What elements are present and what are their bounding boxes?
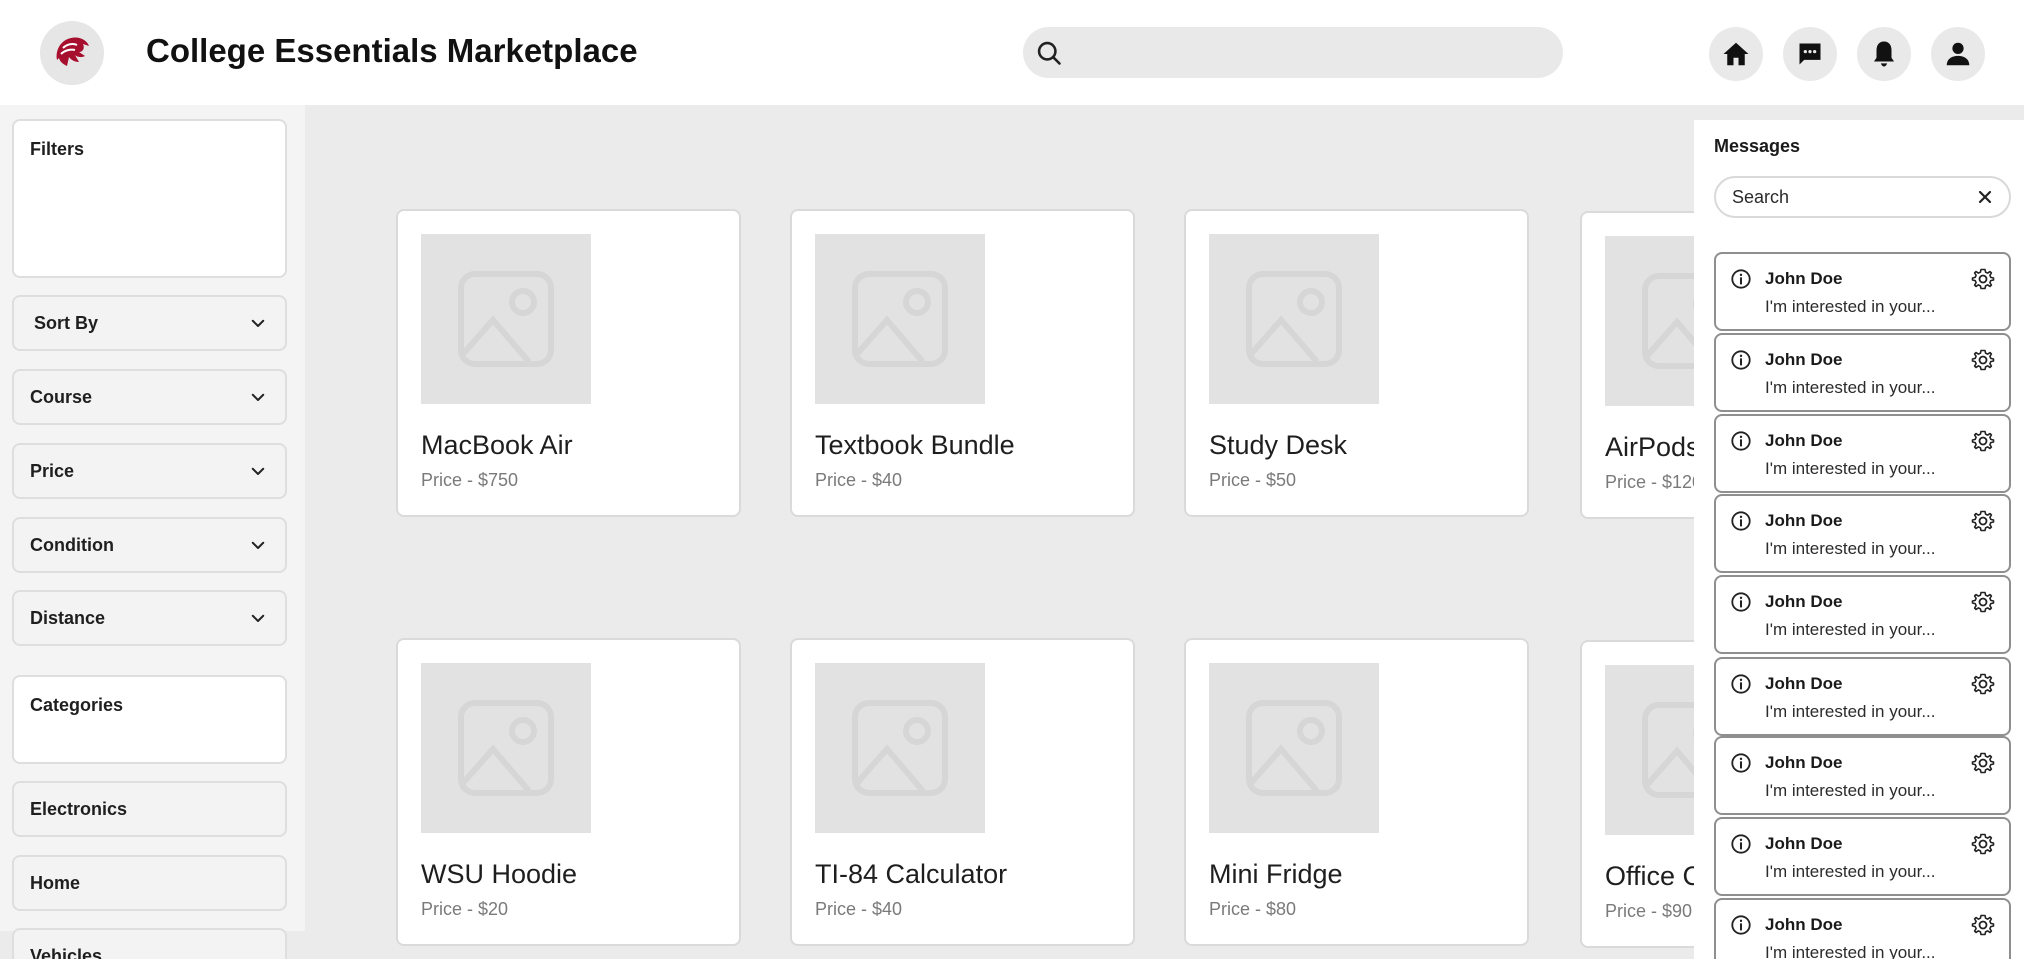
home-icon — [1723, 42, 1749, 66]
product-price: Price - $50 — [1209, 470, 1297, 490]
message-item[interactable]: John Doe I'm interested in your... — [1714, 575, 2011, 654]
product-card[interactable]: MacBook Air Price - $750 — [396, 209, 741, 517]
info-icon[interactable] — [1730, 833, 1752, 855]
product-card[interactable]: AirPods Price - $120 — [1580, 211, 1694, 519]
info-icon[interactable] — [1730, 752, 1752, 774]
message-preview: I'm interested in your... — [1765, 862, 1936, 881]
message-item[interactable]: John Doe I'm interested in your... — [1714, 898, 2011, 959]
product-card[interactable]: TI-84 Calculator Price - $40 — [790, 638, 1135, 946]
info-icon[interactable] — [1730, 349, 1752, 371]
gear-icon[interactable] — [1971, 429, 1995, 453]
product-card[interactable]: Study Desk Price - $50 — [1184, 209, 1529, 517]
gear-icon[interactable] — [1971, 509, 1995, 533]
message-sender: John Doe — [1765, 674, 1843, 693]
product-price: Price - $80 — [1209, 899, 1297, 919]
close-icon[interactable] — [1977, 189, 1993, 205]
image-placeholder-icon — [852, 700, 948, 796]
info-icon[interactable] — [1730, 510, 1752, 532]
gear-icon[interactable] — [1971, 267, 1995, 291]
message-item[interactable]: John Doe I'm interested in your... — [1714, 333, 2011, 412]
product-price: Price - $120 — [1605, 472, 1694, 492]
product-image-placeholder — [1605, 236, 1694, 406]
product-name: Office Chair — [1605, 861, 1694, 891]
product-name: WSU Hoodie — [421, 859, 578, 889]
message-preview: I'm interested in your... — [1765, 378, 1936, 397]
product-image-placeholder — [815, 663, 985, 833]
product-image-placeholder — [1209, 663, 1379, 833]
product-price: Price - $20 — [421, 899, 509, 919]
image-placeholder-icon — [1246, 700, 1342, 796]
message-sender: John Doe — [1765, 592, 1843, 611]
gear-icon[interactable] — [1971, 913, 1995, 937]
product-image-placeholder — [421, 663, 591, 833]
product-name: TI-84 Calculator — [815, 859, 1008, 889]
message-sender: John Doe — [1765, 915, 1843, 934]
product-name: AirPods — [1605, 432, 1694, 462]
product-name: Study Desk — [1209, 430, 1348, 460]
info-icon[interactable] — [1730, 268, 1752, 290]
info-icon[interactable] — [1730, 673, 1752, 695]
message-sender: John Doe — [1765, 834, 1843, 853]
messages-title: Messages — [1714, 136, 1801, 156]
messages-button[interactable] — [1783, 27, 1837, 81]
bell-icon — [1874, 41, 1894, 67]
message-preview: I'm interested in your... — [1765, 702, 1936, 721]
message-item[interactable]: John Doe I'm interested in your... — [1714, 657, 2011, 736]
message-preview: I'm interested in your... — [1765, 781, 1936, 800]
image-placeholder-icon — [458, 271, 554, 367]
product-price: Price - $750 — [421, 470, 519, 490]
messages-search-value: Search — [1732, 186, 1790, 207]
message-sender: John Doe — [1765, 511, 1843, 530]
gear-icon[interactable] — [1971, 751, 1995, 775]
image-placeholder-icon — [458, 700, 554, 796]
gear-icon[interactable] — [1971, 832, 1995, 856]
message-item[interactable]: John Doe I'm interested in your... — [1714, 252, 2011, 331]
notifications-button[interactable] — [1857, 27, 1911, 81]
message-sender: John Doe — [1765, 431, 1843, 450]
message-preview: I'm interested in your... — [1765, 297, 1936, 316]
message-preview: I'm interested in your... — [1765, 459, 1936, 478]
image-placeholder-icon — [1642, 273, 1694, 369]
product-image-placeholder — [1605, 665, 1694, 835]
product-price: Price - $40 — [815, 470, 903, 490]
info-icon[interactable] — [1730, 591, 1752, 613]
product-image-placeholder — [421, 234, 591, 404]
info-icon[interactable] — [1730, 430, 1752, 452]
product-card[interactable]: Office Chair Price - $90 — [1580, 640, 1694, 948]
home-button[interactable] — [1709, 27, 1763, 81]
product-name: Textbook Bundle — [815, 430, 1015, 460]
product-price: Price - $90 — [1605, 901, 1693, 921]
product-name: MacBook Air — [421, 430, 573, 460]
message-preview: I'm interested in your... — [1765, 620, 1936, 639]
messages-panel: Messages Search John Doe I'm interested i… — [1694, 120, 2024, 959]
chat-icon — [1799, 43, 1821, 65]
message-preview: I'm interested in your... — [1765, 943, 1936, 959]
gear-icon[interactable] — [1971, 672, 1995, 696]
product-card[interactable]: WSU Hoodie Price - $20 — [396, 638, 741, 946]
image-placeholder-icon — [1246, 271, 1342, 367]
gear-icon[interactable] — [1971, 590, 1995, 614]
message-sender: John Doe — [1765, 269, 1843, 288]
message-item[interactable]: John Doe I'm interested in your... — [1714, 817, 2011, 896]
message-item[interactable]: John Doe I'm interested in your... — [1714, 414, 2011, 493]
user-icon — [1946, 42, 1970, 66]
product-card[interactable]: Mini Fridge Price - $80 — [1184, 638, 1529, 946]
message-item[interactable]: John Doe I'm interested in your... — [1714, 736, 2011, 815]
product-image-placeholder — [1209, 234, 1379, 404]
product-name: Mini Fridge — [1209, 859, 1343, 889]
message-item[interactable]: John Doe I'm interested in your... — [1714, 494, 2011, 573]
image-placeholder-icon — [1642, 702, 1694, 798]
message-sender: John Doe — [1765, 753, 1843, 772]
profile-button[interactable] — [1931, 27, 1985, 81]
messages-search-input[interactable]: Search — [1714, 176, 2011, 218]
product-card[interactable]: Textbook Bundle Price - $40 — [790, 209, 1135, 517]
message-preview: I'm interested in your... — [1765, 539, 1936, 558]
gear-icon[interactable] — [1971, 348, 1995, 372]
message-sender: John Doe — [1765, 350, 1843, 369]
product-price: Price - $40 — [815, 899, 903, 919]
product-image-placeholder — [815, 234, 985, 404]
image-placeholder-icon — [852, 271, 948, 367]
info-icon[interactable] — [1730, 914, 1752, 936]
product-grid: MacBook Air Price - $750 Textbook Bundle… — [0, 0, 1694, 959]
